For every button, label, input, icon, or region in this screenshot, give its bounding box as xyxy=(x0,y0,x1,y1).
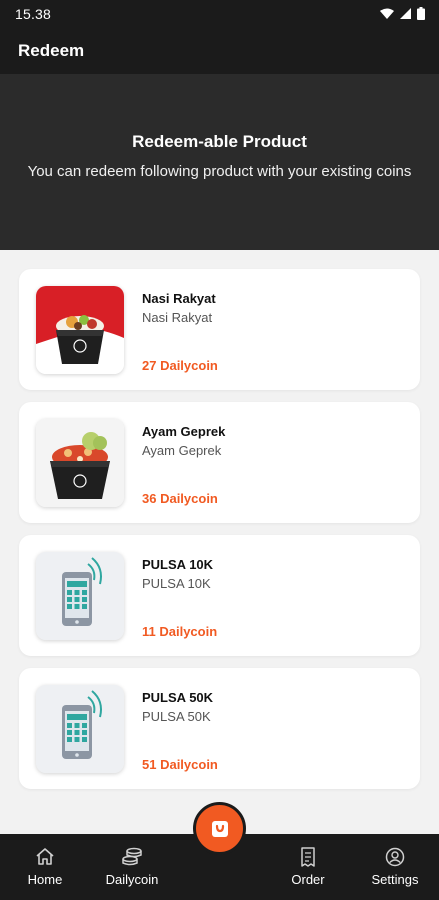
app-bar: Redeem xyxy=(0,27,439,74)
signal-icon xyxy=(400,8,411,19)
food-box-chicken-icon xyxy=(36,419,124,507)
status-bar: 15.38 xyxy=(0,0,439,27)
product-price: 27 Dailycoin xyxy=(142,358,218,373)
product-name: Ayam Geprek xyxy=(142,424,226,439)
product-image-ayam-geprek xyxy=(36,419,124,507)
wifi-icon xyxy=(380,8,394,19)
product-name: PULSA 50K xyxy=(142,690,214,705)
coins-icon xyxy=(122,847,142,866)
receipt-icon xyxy=(301,847,315,867)
food-box-rice-icon xyxy=(36,286,124,374)
product-subtitle: Ayam Geprek xyxy=(142,443,222,458)
nav-order[interactable]: Order xyxy=(264,834,352,900)
status-time: 15.38 xyxy=(15,5,52,22)
hero-subtitle: You can redeem following product with yo… xyxy=(27,163,412,180)
phone-credit-icon xyxy=(36,552,124,640)
product-name: Nasi Rakyat xyxy=(142,291,216,306)
page-title: Redeem xyxy=(18,40,85,60)
product-subtitle: Nasi Rakyat xyxy=(142,310,213,325)
hero-title: Redeem-able Product xyxy=(132,132,307,151)
shopping-bag-icon xyxy=(211,820,228,837)
nav-dailycoin-label: Dailycoin xyxy=(105,872,159,887)
product-subtitle: PULSA 50K xyxy=(142,709,211,724)
product-image-pulsa-10k xyxy=(36,552,124,640)
product-card-nasi-rakyat[interactable]: Nasi Rakyat Nasi Rakyat 27 Dailycoin xyxy=(19,269,420,390)
home-icon xyxy=(36,848,54,865)
product-card-pulsa-50k[interactable]: PULSA 50K PULSA 50K 51 Dailycoin xyxy=(19,668,420,789)
product-image-pulsa-50k xyxy=(36,685,124,773)
nav-dailycoin[interactable]: Dailycoin xyxy=(88,834,176,900)
product-card-ayam-geprek[interactable]: Ayam Geprek Ayam Geprek 36 Dailycoin xyxy=(19,402,420,523)
battery-icon xyxy=(417,7,425,20)
phone-credit-icon xyxy=(36,685,124,773)
hero-banner: Redeem-able Product You can redeem follo… xyxy=(0,74,439,250)
product-price: 51 Dailycoin xyxy=(142,757,218,772)
status-icons xyxy=(380,7,425,20)
product-price: 11 Dailycoin xyxy=(142,624,218,639)
user-icon xyxy=(385,847,405,867)
nav-settings-label: Settings xyxy=(371,872,419,887)
product-subtitle: PULSA 10K xyxy=(142,576,211,591)
product-list: Nasi Rakyat Nasi Rakyat 27 Dailycoin Aya… xyxy=(19,269,420,801)
nav-settings[interactable]: Settings xyxy=(351,834,439,900)
product-image-nasi-rakyat xyxy=(36,286,124,374)
nav-home[interactable]: Home xyxy=(1,834,89,900)
nav-home-label: Home xyxy=(27,872,63,887)
product-name: PULSA 10K xyxy=(142,557,214,572)
nav-order-label: Order xyxy=(291,872,325,887)
center-redeem-button[interactable] xyxy=(193,802,246,855)
product-card-pulsa-10k[interactable]: PULSA 10K PULSA 10K 11 Dailycoin xyxy=(19,535,420,656)
product-price: 36 Dailycoin xyxy=(142,491,218,506)
